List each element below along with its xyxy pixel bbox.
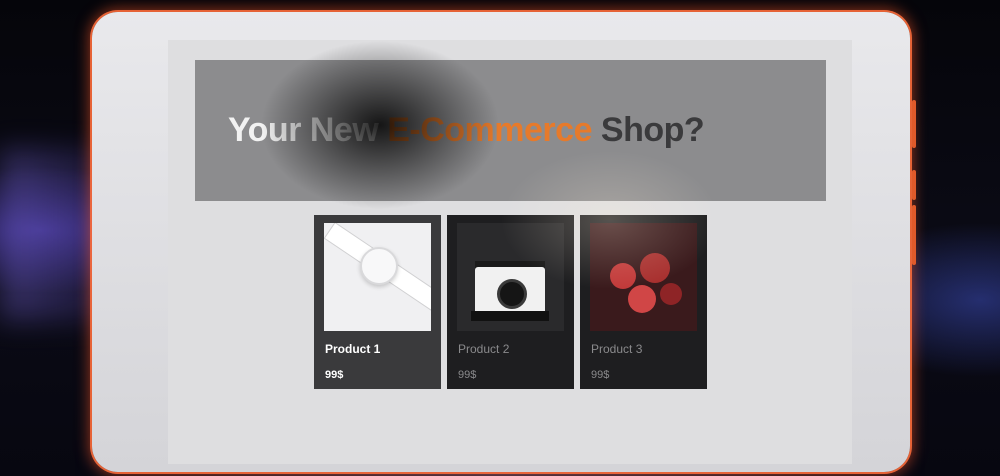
tablet-screen: Your New E-Commerce Shop? Product 1 99$ xyxy=(168,40,852,464)
product-name[interactable]: Product 1 xyxy=(325,342,380,356)
product-price: 99$ xyxy=(325,369,344,381)
hero-title-part2: Shop? xyxy=(591,111,705,149)
product-price: 99$ xyxy=(591,369,610,381)
tablet-side-button xyxy=(912,100,916,148)
camera-base xyxy=(471,311,549,321)
hero-title: Your New E-Commerce Shop? xyxy=(195,111,705,150)
tablet-device: Your New E-Commerce Shop? Product 1 99$ xyxy=(92,12,910,472)
product-price: 99$ xyxy=(458,369,477,381)
berry xyxy=(610,263,636,289)
tablet-side-button xyxy=(912,205,916,265)
product-card-3[interactable]: Product 3 99$ xyxy=(580,215,707,389)
product-card-1[interactable]: Product 1 99$ xyxy=(314,215,441,389)
product-name[interactable]: Product 3 xyxy=(591,342,642,356)
berry xyxy=(640,253,670,283)
product-image-berries[interactable] xyxy=(590,223,697,331)
product-image-instant-camera[interactable] xyxy=(457,223,564,331)
berry xyxy=(628,285,656,313)
product-image-smartwatch[interactable] xyxy=(324,223,431,331)
watch-face xyxy=(360,247,398,285)
product-card-2[interactable]: Product 2 99$ xyxy=(447,215,574,389)
camera-lens xyxy=(497,279,527,309)
scene: Your New E-Commerce Shop? Product 1 99$ xyxy=(0,0,1000,476)
hero-title-part1: Your New xyxy=(228,111,388,149)
tablet-side-button xyxy=(912,170,916,200)
product-grid: Product 1 99$ Product 2 99$ Product 3 99… xyxy=(314,215,707,389)
berry xyxy=(660,283,682,305)
product-name[interactable]: Product 2 xyxy=(458,342,509,356)
hero-banner: Your New E-Commerce Shop? xyxy=(195,60,826,201)
hero-title-accent: E-Commerce xyxy=(387,111,592,149)
